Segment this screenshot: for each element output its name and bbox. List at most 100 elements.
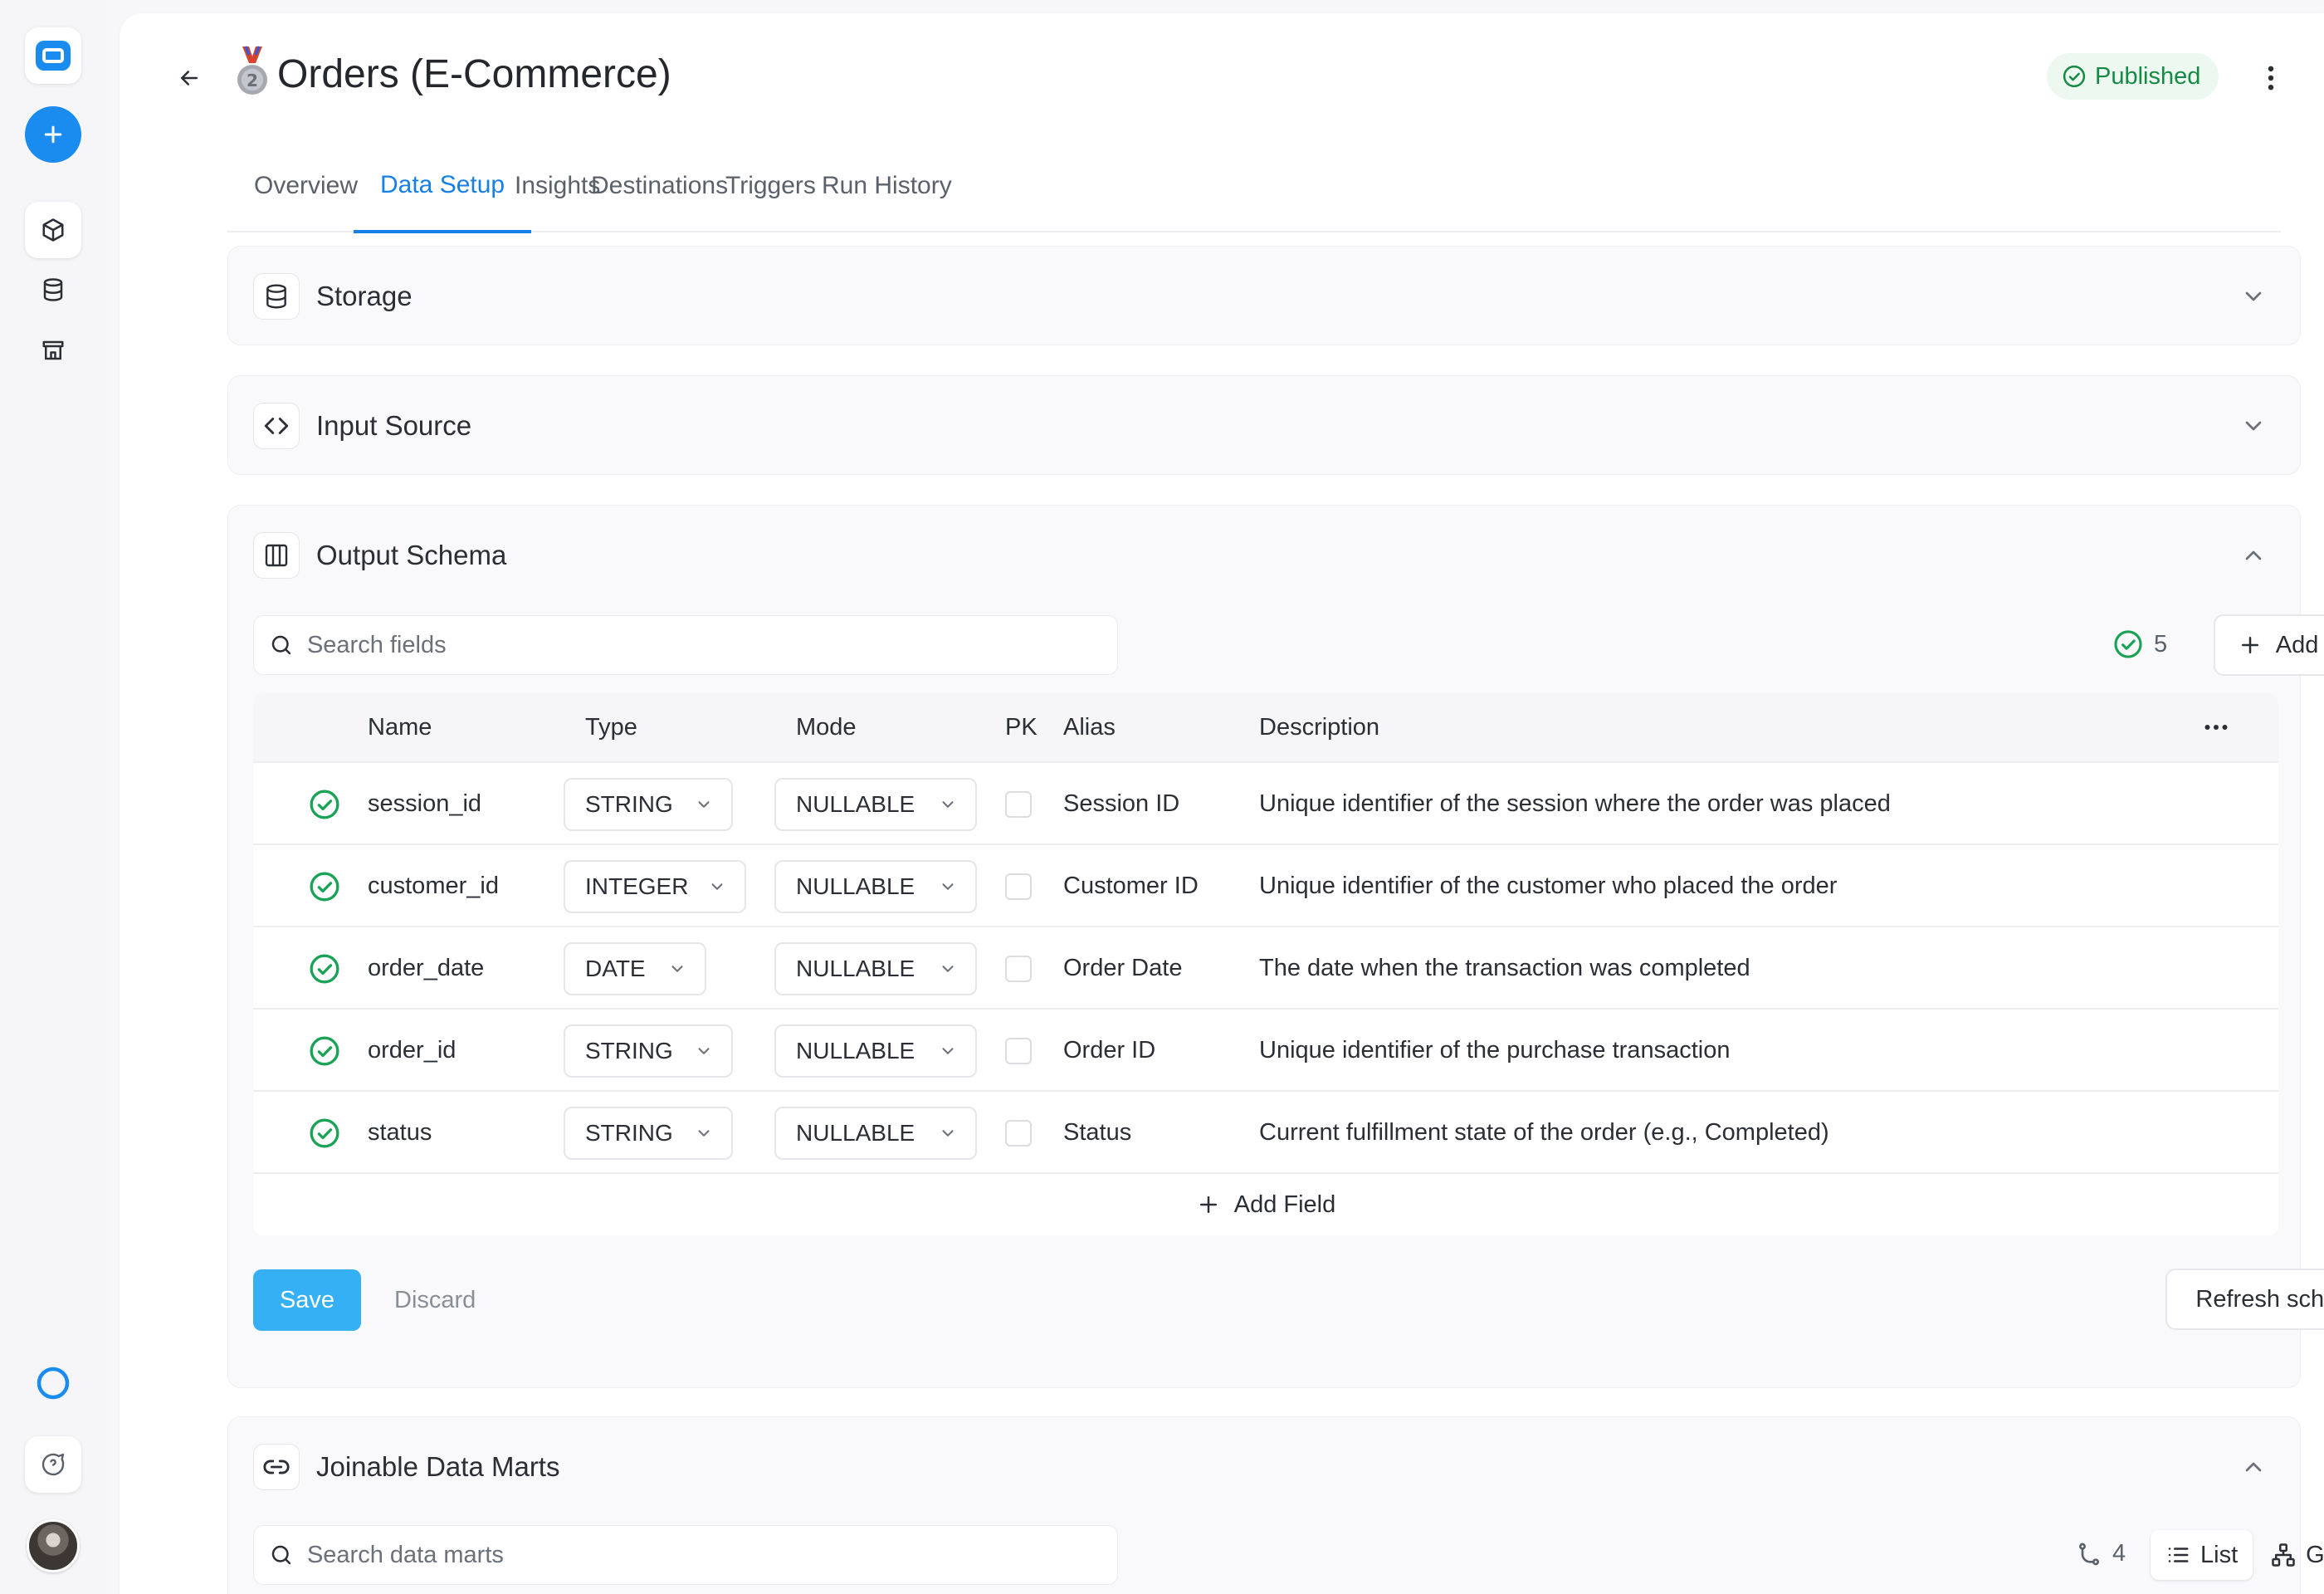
schema-table: Name Type Mode PK Alias Description sess… <box>253 693 2278 1235</box>
output-schema-section: Output Schema 5 Add Field Name Type Mode… <box>227 505 2324 1388</box>
search-icon <box>271 635 291 655</box>
save-button[interactable]: Save <box>253 1269 361 1331</box>
field-description[interactable]: Unique identifier of the session where t… <box>1259 763 1891 845</box>
search-fields-field[interactable] <box>253 615 1118 675</box>
search-fields-input[interactable] <box>306 631 1102 659</box>
chat-icon[interactable] <box>25 1436 81 1493</box>
plus-icon[interactable] <box>25 106 81 163</box>
status-badge-label: Published <box>2095 62 2201 90</box>
type-select[interactable]: STRING <box>564 778 733 831</box>
field-alias[interactable]: Customer ID <box>1063 845 1199 927</box>
search-data-marts-field[interactable] <box>253 1525 1118 1585</box>
field-name[interactable]: order_date <box>368 927 484 1010</box>
field-description[interactable]: Unique identifier of the purchase transa… <box>1259 1010 1730 1092</box>
column-header-name[interactable]: Name <box>368 693 432 761</box>
view-toggle: List Graph <box>2151 1530 2324 1580</box>
cube-icon[interactable] <box>25 202 81 258</box>
store-icon[interactable] <box>25 322 81 379</box>
type-select-value: STRING <box>585 1120 673 1146</box>
database-icon[interactable] <box>25 262 81 318</box>
table-row[interactable]: order_date DATE NULLABLE Order Date The … <box>253 926 2278 1008</box>
check-circle-icon <box>310 954 339 984</box>
pk-checkbox[interactable] <box>1005 791 1032 818</box>
app-logo-icon[interactable] <box>25 27 81 84</box>
table-row[interactable]: customer_id INTEGER NULLABLE Customer ID… <box>253 843 2278 926</box>
mode-select[interactable]: NULLABLE <box>774 1107 977 1160</box>
field-description[interactable]: Unique identifier of the customer who pl… <box>1259 845 1837 927</box>
more-horizontal-icon[interactable] <box>2204 693 2229 761</box>
pk-checkbox[interactable] <box>1005 1120 1032 1147</box>
field-name[interactable]: customer_id <box>368 845 499 927</box>
table-row[interactable]: status STRING NULLABLE Status Current fu… <box>253 1090 2278 1172</box>
pk-checkbox[interactable] <box>1005 873 1032 900</box>
column-header-mode[interactable]: Mode <box>796 693 857 761</box>
chevron-down-icon <box>671 966 683 972</box>
field-alias[interactable]: Status <box>1063 1092 1131 1174</box>
view-graph-button[interactable]: Graph <box>2256 1530 2324 1580</box>
chevron-down-icon <box>698 1130 710 1137</box>
page-title: Orders (E-Commerce) <box>277 52 671 96</box>
view-list-button[interactable]: List <box>2151 1530 2253 1580</box>
table-row[interactable]: order_id STRING NULLABLE Order ID Unique… <box>253 1008 2278 1090</box>
search-data-marts-input[interactable] <box>306 1541 1102 1569</box>
chevron-down-icon <box>942 966 954 972</box>
pk-checkbox[interactable] <box>1005 1038 1032 1064</box>
field-description[interactable]: The date when the transaction was comple… <box>1259 927 1750 1010</box>
field-alias[interactable]: Order ID <box>1063 1010 1155 1092</box>
mode-select[interactable]: NULLABLE <box>774 1024 977 1078</box>
chevron-down-icon <box>698 1048 710 1054</box>
discard-button[interactable]: Discard <box>394 1269 476 1331</box>
chevron-down-icon <box>711 883 723 890</box>
refresh-schema-button[interactable]: Refresh schema <box>2165 1269 2324 1330</box>
type-select[interactable]: INTEGER <box>564 860 746 913</box>
plus-icon <box>1199 1196 1217 1213</box>
left-sidebar <box>0 0 106 1594</box>
type-select-value: STRING <box>585 791 673 817</box>
avatar[interactable] <box>27 1519 80 1572</box>
status-badge: Published <box>2047 53 2219 100</box>
tab-bar: Overview Data Setup Insights Destination… <box>227 139 2281 233</box>
database-icon <box>253 273 300 320</box>
field-name[interactable]: order_id <box>368 1010 456 1092</box>
more-vertical-icon[interactable] <box>2253 58 2289 98</box>
mode-select[interactable]: NULLABLE <box>774 778 977 831</box>
medal-icon: 2 <box>227 45 277 103</box>
mode-select[interactable]: NULLABLE <box>774 860 977 913</box>
type-select[interactable]: STRING <box>564 1024 733 1078</box>
valid-fields-count-value: 5 <box>2154 630 2168 658</box>
chevron-up-icon[interactable] <box>2240 1454 2267 1480</box>
check-circle-icon <box>310 1036 339 1066</box>
field-name[interactable]: session_id <box>368 763 481 845</box>
chevron-up-icon[interactable] <box>2240 542 2267 569</box>
type-select[interactable]: DATE <box>564 942 706 995</box>
storage-section[interactable]: Storage <box>227 246 2301 345</box>
column-header-alias[interactable]: Alias <box>1063 693 1116 761</box>
tab-run-history[interactable]: Run History <box>795 139 979 232</box>
add-field-row-button[interactable]: Add Field <box>253 1172 2278 1235</box>
chevron-down-icon <box>942 801 954 808</box>
mode-select-value: NULLABLE <box>796 873 915 899</box>
pk-checkbox[interactable] <box>1005 956 1032 982</box>
ring-icon[interactable] <box>25 1355 81 1411</box>
field-alias[interactable]: Session ID <box>1063 763 1179 845</box>
columns-icon <box>253 532 300 579</box>
column-header-description[interactable]: Description <box>1259 693 1379 761</box>
plus-icon <box>2241 637 2258 653</box>
check-circle-icon <box>2114 630 2142 658</box>
type-select[interactable]: STRING <box>564 1107 733 1160</box>
back-arrow-icon[interactable] <box>166 55 212 101</box>
input-source-section[interactable]: Input Source <box>227 375 2301 475</box>
column-header-type[interactable]: Type <box>585 693 637 761</box>
joins-count-value: 4 <box>2112 1540 2126 1567</box>
field-name[interactable]: status <box>368 1092 432 1174</box>
add-field-button[interactable]: Add Field <box>2214 614 2324 676</box>
section-title-input-source: Input Source <box>316 410 472 441</box>
mode-select[interactable]: NULLABLE <box>774 942 977 995</box>
table-row[interactable]: session_id STRING NULLABLE Session ID Un… <box>253 761 2278 843</box>
chevron-down-icon[interactable] <box>2240 283 2267 310</box>
column-header-pk[interactable]: PK <box>1005 693 1038 761</box>
chevron-down-icon[interactable] <box>2240 413 2267 439</box>
field-description[interactable]: Current fulfillment state of the order (… <box>1259 1092 1829 1174</box>
field-alias[interactable]: Order Date <box>1063 927 1182 1010</box>
type-select-value: DATE <box>585 956 646 981</box>
